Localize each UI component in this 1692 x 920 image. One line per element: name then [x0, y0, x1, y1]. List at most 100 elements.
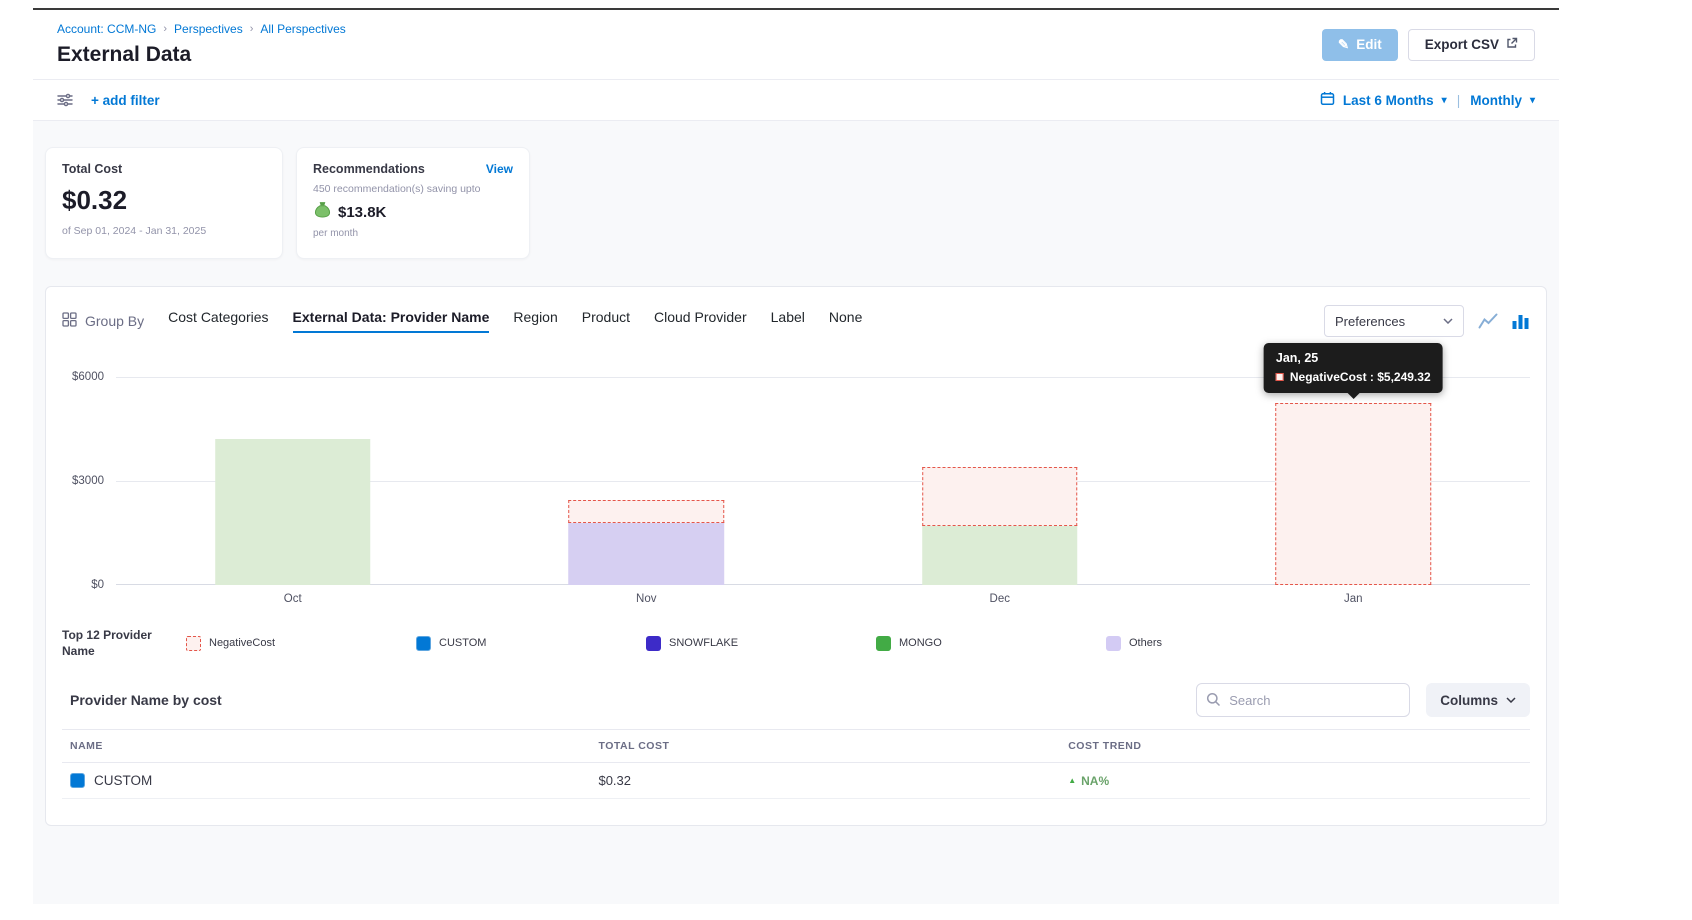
legend-item-snowflake[interactable]: SNOWFLAKE: [646, 636, 876, 651]
legend-item-negativecost[interactable]: NegativeCost: [186, 636, 416, 651]
total-cost-period: of Sep 01, 2024 - Jan 31, 2025: [62, 225, 266, 237]
recommendations-label: Recommendations: [313, 162, 425, 176]
column-header-total-cost[interactable]: TOTAL COST: [590, 730, 1060, 762]
money-bag-icon: [313, 201, 332, 223]
tab-region[interactable]: Region: [513, 309, 557, 333]
savings-suffix: per month: [313, 228, 513, 239]
app-window: Account: CCM-NG › Perspectives › All Per…: [33, 8, 1559, 920]
legend-item-custom[interactable]: CUSTOM: [416, 636, 646, 651]
external-link-icon: [1506, 37, 1518, 52]
tab-external-data-provider-name[interactable]: External Data: Provider Name: [293, 309, 490, 333]
tab-none[interactable]: None: [829, 309, 862, 333]
breadcrumb-account[interactable]: Account: CCM-NG: [57, 22, 156, 36]
bar-segment-negativecost-nov[interactable]: [568, 500, 724, 523]
bar-group-dec[interactable]: [922, 467, 1078, 585]
columns-button-label: Columns: [1440, 693, 1498, 708]
summary-cards: Total Cost $0.32 of Sep 01, 2024 - Jan 3…: [45, 147, 1547, 259]
tab-cost-categories[interactable]: Cost Categories: [168, 309, 268, 333]
x-axis-label: Nov: [636, 593, 656, 605]
chart-controls: Preferences: [1324, 305, 1530, 337]
group-by-tabs: Cost Categories External Data: Provider …: [168, 309, 862, 333]
breadcrumb-perspectives[interactable]: Perspectives: [174, 22, 243, 36]
breadcrumb-separator-icon: ›: [250, 23, 254, 35]
filter-settings-icon[interactable]: [57, 93, 73, 107]
breadcrumb: Account: CCM-NG › Perspectives › All Per…: [57, 22, 346, 36]
header-actions: ✎ Edit Export CSV: [1322, 29, 1535, 61]
chevron-down-icon[interactable]: ▾: [1442, 95, 1447, 106]
recommendations-description: 450 recommendation(s) saving upto: [313, 183, 513, 195]
legend-title: Top 12 Provider Name: [62, 627, 174, 659]
breadcrumb-separator-icon: ›: [163, 23, 167, 35]
row-name: CUSTOM: [94, 773, 152, 788]
row-cost-trend: NA%: [1081, 774, 1109, 788]
export-csv-button[interactable]: Export CSV: [1408, 29, 1535, 61]
recommendations-card: Recommendations View 450 recommendation(…: [296, 147, 530, 259]
legend-label: CUSTOM: [439, 637, 486, 649]
x-axis-label: Oct: [284, 593, 302, 605]
table-row[interactable]: CUSTOM $0.32 ▲ NA%: [62, 763, 1530, 799]
group-by-icon: [62, 312, 77, 330]
legend-item-others[interactable]: Others: [1106, 636, 1336, 651]
table-header-row: NAME TOTAL COST COST TREND: [62, 729, 1530, 763]
view-recommendations-link[interactable]: View: [486, 162, 513, 176]
y-tick-0: $0: [91, 579, 104, 591]
bar-segment-mongo-dec[interactable]: [922, 526, 1078, 585]
chart-tooltip: Jan, 25 NegativeCost : $5,249.32: [1264, 343, 1443, 393]
table-title: Provider Name by cost: [70, 692, 222, 708]
bar-segment-others-nov[interactable]: [568, 523, 724, 585]
page-header: Account: CCM-NG › Perspectives › All Per…: [33, 10, 1559, 79]
y-tick-3000: $3000: [72, 475, 104, 487]
column-header-cost-trend[interactable]: COST TREND: [1060, 730, 1530, 762]
tab-cloud-provider[interactable]: Cloud Provider: [654, 309, 747, 333]
chart-plot: Jan, 25 NegativeCost : $5,249.32 OctNovD…: [116, 377, 1530, 585]
bar-chart-toggle-icon[interactable]: [1512, 313, 1530, 329]
y-tick-6000: $6000: [72, 371, 104, 383]
group-by-row: Group By Cost Categories External Data: …: [62, 305, 1530, 337]
granularity-selector[interactable]: Monthly: [1470, 93, 1522, 108]
preferences-label: Preferences: [1335, 314, 1405, 329]
bar-group-jan[interactable]: [1275, 403, 1431, 585]
search-box: [1196, 683, 1410, 717]
legend-label: MONGO: [899, 637, 942, 649]
pencil-icon: ✎: [1338, 37, 1349, 53]
tab-product[interactable]: Product: [582, 309, 630, 333]
date-range-selector[interactable]: Last 6 Months: [1343, 93, 1434, 108]
tooltip-date: Jan, 25: [1276, 351, 1431, 365]
custom-swatch-icon: [70, 773, 85, 788]
snowflake-swatch-icon: [646, 636, 661, 651]
group-by-label: Group By: [85, 313, 144, 329]
breadcrumb-all-perspectives[interactable]: All Perspectives: [260, 22, 345, 36]
legend-item-mongo[interactable]: MONGO: [876, 636, 1106, 651]
filter-bar-left: + add filter: [57, 93, 160, 108]
export-csv-label: Export CSV: [1425, 37, 1499, 52]
mongo-swatch-icon: [876, 636, 891, 651]
legend-label: SNOWFLAKE: [669, 637, 738, 649]
table-toolbar: Provider Name by cost Columns: [62, 683, 1530, 717]
trend-up-icon: ▲: [1068, 776, 1076, 785]
columns-button[interactable]: Columns: [1426, 683, 1530, 717]
negativecost-swatch-icon: [186, 636, 201, 651]
legend-label: Others: [1129, 637, 1162, 649]
bar-group-nov[interactable]: [568, 500, 724, 585]
divider: |: [1457, 93, 1461, 108]
page-title: External Data: [57, 43, 346, 67]
search-icon: [1206, 692, 1221, 712]
chevron-down-icon[interactable]: ▾: [1530, 95, 1535, 106]
edit-button-label: Edit: [1356, 37, 1382, 52]
header-left: Account: CCM-NG › Perspectives › All Per…: [57, 22, 346, 67]
custom-swatch-icon: [416, 636, 431, 651]
bar-segment-mongo-oct[interactable]: [215, 439, 371, 585]
bar-segment-negativecost-dec[interactable]: [922, 467, 1078, 526]
group-by-label-wrap: Group By: [62, 312, 144, 330]
search-input[interactable]: [1196, 683, 1410, 717]
others-swatch-icon: [1106, 636, 1121, 651]
bar-group-oct[interactable]: [215, 439, 371, 585]
chart-legend: Top 12 Provider Name NegativeCost CUSTOM…: [62, 627, 1530, 659]
tab-label[interactable]: Label: [771, 309, 805, 333]
line-chart-toggle-icon[interactable]: [1478, 313, 1498, 329]
edit-button[interactable]: ✎ Edit: [1322, 29, 1398, 61]
preferences-dropdown[interactable]: Preferences: [1324, 305, 1464, 337]
add-filter-button[interactable]: + add filter: [91, 93, 160, 108]
bar-segment-negativecost-jan[interactable]: [1275, 403, 1431, 585]
column-header-name[interactable]: NAME: [62, 730, 590, 762]
